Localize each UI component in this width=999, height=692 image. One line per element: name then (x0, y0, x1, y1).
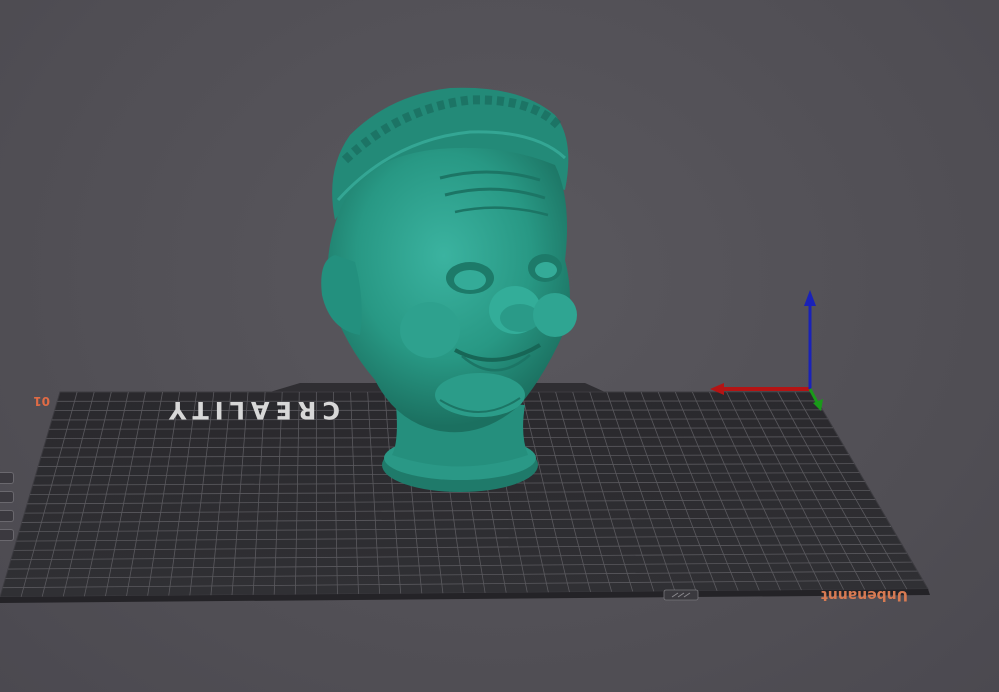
plate-settings-icon[interactable] (663, 589, 699, 601)
bed-brand-logo: CREALITY (163, 396, 340, 424)
model-ear (321, 255, 362, 335)
side-panel-tab[interactable] (0, 529, 14, 541)
side-panel-tab[interactable] (0, 472, 14, 484)
plate-index-label[interactable]: 01 (33, 394, 50, 408)
scene-canvas[interactable]: CREALITY 01 Unbenannt (0, 0, 999, 692)
plate-name-label[interactable]: Unbenannt (821, 587, 908, 603)
side-panel-tab[interactable] (0, 510, 14, 522)
side-panel-tab[interactable] (0, 491, 14, 503)
3d-viewport[interactable]: CREALITY 01 Unbenannt (0, 0, 999, 692)
